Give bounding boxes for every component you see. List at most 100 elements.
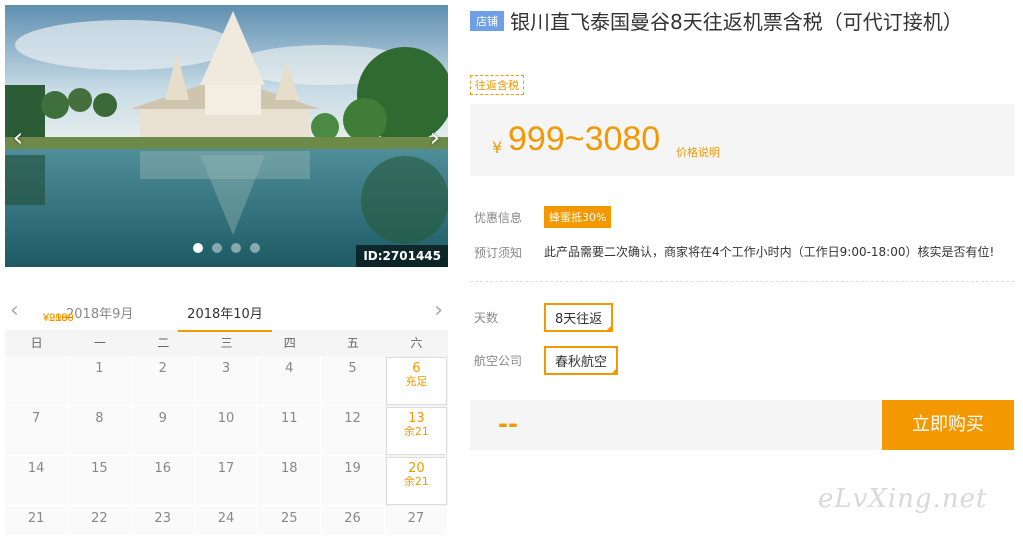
days-option[interactable]: 8天往返 [544, 303, 614, 332]
calendar-day: 26 [321, 506, 385, 536]
day-number: 12 [344, 411, 361, 426]
calendar-next-icon[interactable]: › [434, 298, 443, 323]
gallery-prev-arrow[interactable]: ‹ [7, 123, 29, 153]
gallery-dot[interactable] [231, 243, 241, 253]
day-number: 26 [344, 511, 361, 526]
day-number: 17 [217, 461, 235, 476]
day-number: 3 [221, 361, 231, 376]
price-calendar: ‹ 2018年9月 2018年10月 › 日一二三四五六 1 2 3 4 5 6 ¥999 充… [5, 296, 448, 536]
weekday-label: 六 [410, 336, 423, 350]
promo-label: 优惠信息 [474, 211, 523, 225]
notice-label: 预订须知 [474, 246, 523, 260]
calendar-day [5, 356, 69, 406]
calendar-day: 9 [131, 406, 195, 456]
day-number: 1 [95, 361, 104, 376]
weekday-label: 四 [283, 336, 296, 350]
airline-option[interactable]: 春秋航空 [544, 346, 619, 375]
weekday-header: 日一二三四五六 [5, 330, 448, 356]
site-watermark: eLvXing.net [818, 484, 988, 514]
calendar-day: 17 [194, 456, 259, 506]
calendar-day: 14 [5, 456, 69, 506]
days-label: 天数 [474, 311, 499, 325]
calendar-day: 25 [258, 506, 322, 536]
weekday-label: 二 [157, 336, 170, 350]
day-number: 4 [285, 361, 294, 376]
day-number: 16 [154, 461, 171, 476]
calendar-day-available[interactable]: 6 ¥999 充足 [43, 312, 447, 405]
day-number: 10 [217, 411, 235, 426]
calendar-day: 7 [5, 406, 69, 456]
gallery-next-arrow[interactable]: › [424, 123, 446, 153]
tax-included-tag: 往返含税 [470, 75, 524, 95]
day-number: 24 [217, 511, 235, 526]
calendar-day-available[interactable]: 20 ¥2180 余21 [43, 312, 447, 505]
gallery-dot[interactable] [193, 243, 203, 253]
day-number: 14 [27, 461, 45, 476]
photo-id-label: ID:2701445 [356, 245, 448, 267]
day-number: 5 [348, 361, 357, 376]
month-tab-prev[interactable]: 2018年9月 [66, 303, 133, 322]
day-number: 2 [158, 361, 167, 376]
temple-photo [5, 5, 448, 267]
day-number: 6 [412, 361, 421, 376]
purchase-bar: -- 立即购买 [470, 400, 1014, 450]
gallery-dot[interactable] [212, 243, 222, 253]
booking-notice: 此产品需要二次确认，商家将在4个工作小时内（工作日9:00-18:00）核实是否… [544, 245, 995, 259]
month-tab-current[interactable]: 2018年10月 [178, 303, 272, 332]
price-box: ¥ 999~3080 价格说明 [470, 104, 1014, 176]
calendar-day: 19 [321, 456, 385, 506]
calendar-day: 23 [131, 506, 195, 536]
calendar-day: 12 [321, 406, 385, 456]
calendar-day: 8 [68, 406, 132, 456]
buy-now-button[interactable]: 立即购买 [882, 400, 1014, 450]
day-number: 19 [344, 461, 361, 476]
day-number: 21 [27, 511, 45, 526]
price-range: 999~3080 [508, 120, 661, 158]
calendar-day: 18 [258, 456, 322, 506]
divider [470, 281, 1014, 282]
weekday-label: 三 [220, 336, 233, 350]
calendar-day: 1 [68, 356, 132, 406]
day-number: 23 [154, 511, 171, 526]
day-number: 8 [95, 411, 104, 426]
day-stock: 余21 [403, 475, 429, 488]
price-note-link[interactable]: 价格说明 [676, 144, 720, 160]
calendar-day: 24 [194, 506, 259, 536]
day-number: 9 [158, 411, 167, 426]
day-number: 22 [91, 511, 108, 526]
day-number: 11 [281, 411, 298, 426]
gallery-dot[interactable] [250, 243, 260, 253]
day-number: 13 [408, 411, 425, 426]
calendar-day: 27 [384, 506, 448, 536]
airline-label: 航空公司 [474, 354, 523, 368]
day-number: 15 [91, 461, 108, 476]
day-price: ¥2180 [43, 312, 74, 324]
currency-symbol: ¥ [492, 138, 503, 157]
calendar-day: 10 [194, 406, 259, 456]
calendar-day: 15 [68, 456, 132, 506]
gallery-pagination [193, 243, 260, 253]
quantity-display: -- [498, 410, 518, 438]
promo-badge: 蜂蜜抵30% [544, 206, 612, 228]
calendar-day: 21 [5, 506, 69, 536]
day-number: 25 [281, 511, 298, 526]
product-title-row: 店铺 银川直飞泰国曼谷8天往返机票含税（可代订接机） [470, 6, 990, 38]
calendar-day: 4 [258, 356, 322, 406]
day-number: 7 [32, 411, 41, 426]
calendar-prev-icon[interactable]: ‹ [10, 298, 19, 323]
day-stock: 余21 [403, 425, 429, 438]
calendar-day: 3 [194, 356, 259, 406]
product-title: 银川直飞泰国曼谷8天往返机票含税（可代订接机） [510, 10, 963, 34]
weekday-label: 日 [30, 336, 43, 350]
calendar-day: 5 [321, 356, 385, 406]
calendar-day-available[interactable]: 13 ¥2180 余21 [43, 312, 447, 455]
day-number: 20 [408, 461, 425, 476]
day-number: 27 [407, 511, 425, 526]
weekday-label: 五 [347, 336, 360, 350]
calendar-day: 2 [131, 356, 195, 406]
calendar-day: 16 [131, 456, 195, 506]
calendar-day: 11 [258, 406, 322, 456]
calendar-day: 22 [68, 506, 132, 536]
day-stock: 充足 [405, 375, 428, 388]
calendar-grid: 1 2 3 4 5 6 ¥999 充足 7 8 9 10 11 12 13 ¥2180 余21 14 15 16 17 1… [5, 312, 448, 536]
